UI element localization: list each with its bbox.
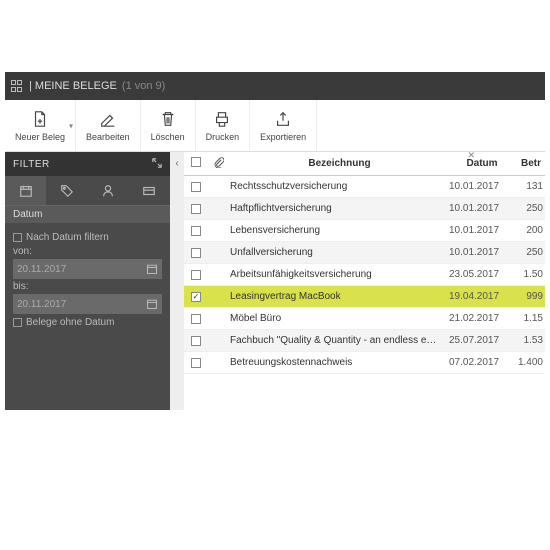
row-checkbox[interactable] [191,358,201,368]
col-select[interactable] [184,157,208,170]
table-row[interactable]: Rechtsschutzversicherung10.01.2017131 [184,176,545,198]
filter-tabs [5,176,170,206]
new-file-icon [30,109,50,129]
calendar-icon [146,298,158,310]
page-title: MEINE BELEGE [35,80,117,92]
export-button[interactable]: Exportieren [250,100,317,151]
export-icon [273,109,293,129]
row-date: 10.01.2017 [449,247,511,258]
delete-button[interactable]: Löschen [141,100,196,151]
row-amount: 250 [511,203,543,214]
from-label: von: [13,246,162,257]
row-amount: 1.400 [511,357,543,368]
row-name: Betreuungskostennachweis [228,357,449,368]
record-count: (1 von 9) [122,80,165,92]
close-icon[interactable]: ✕ [467,152,475,161]
table-header: Bezeichnung Datum Betr ✕ [184,152,545,176]
filter-header: FILTER [5,152,170,176]
row-amount: 999 [511,291,543,302]
filter-by-date-checkbox[interactable]: Nach Datum filtern [13,232,162,243]
row-date: 23.05.2017 [449,269,511,280]
row-amount: 131 [511,181,543,192]
table-row[interactable]: Lebensversicherung10.01.2017200 [184,220,545,242]
to-label: bis: [13,281,162,292]
calendar-icon [146,263,158,275]
row-checkbox[interactable] [191,182,201,192]
paperclip-icon [213,157,224,168]
table-row[interactable]: Möbel Büro21.02.20171.15 [184,308,545,330]
row-checkbox[interactable] [191,336,201,346]
trash-icon [158,109,178,129]
date-to-input[interactable]: 20.11.2017 [13,294,162,314]
table-row[interactable]: Haftpflichtversicherung10.01.2017250 [184,198,545,220]
toolbar: Neuer Beleg ▾ Bearbeiten Löschen Drucken… [5,100,545,152]
row-checkbox[interactable] [191,270,201,280]
table-row[interactable]: Arbeitsunfähigkeitsversicherung23.05.201… [184,264,545,286]
row-amount: 200 [511,225,543,236]
no-date-checkbox[interactable]: Belege ohne Datum [13,317,162,328]
edit-button[interactable]: Bearbeiten [76,100,141,151]
row-name: Fachbuch "Quality & Quantity - an endles… [228,335,449,346]
tab-tag[interactable] [46,176,87,205]
col-attachment[interactable] [208,157,228,171]
table-row[interactable]: Fachbuch "Quality & Quantity - an endles… [184,330,545,352]
row-date: 21.02.2017 [449,313,511,324]
print-label: Drucken [206,132,240,142]
row-checkbox[interactable] [191,248,201,258]
col-date[interactable]: Datum [451,158,513,169]
row-name: Unfallversicherung [228,247,449,258]
row-date: 10.01.2017 [449,203,511,214]
dropdown-caret-icon[interactable]: ▾ [69,121,73,130]
row-name: Möbel Büro [228,313,449,324]
delete-label: Löschen [151,132,185,142]
table-body: Rechtsschutzversicherung10.01.2017131Haf… [184,176,545,374]
row-amount: 1.50 [511,269,543,280]
row-amount: 1.53 [511,335,543,346]
window-titlebar: | MEINE BELEGE (1 von 9) [5,72,545,100]
row-checkbox[interactable] [191,226,201,236]
row-amount: 250 [511,247,543,258]
row-date: 25.07.2017 [449,335,511,346]
row-name: Lebensversicherung [228,225,449,236]
col-amount[interactable]: Betr [513,158,545,169]
row-name: Arbeitsunfähigkeitsversicherung [228,269,449,280]
document-table: Bezeichnung Datum Betr ✕ Rechtsschutzver… [184,152,545,410]
filter-sidebar: FILTER Datum Nach Datum filtern von: 20.… [5,152,170,410]
table-row[interactable]: Betreuungskostennachweis07.02.20171.400 [184,352,545,374]
tab-person[interactable] [88,176,129,205]
date-section-title: Datum [5,206,170,223]
tab-date[interactable] [5,176,46,205]
pencil-icon [98,109,118,129]
edit-label: Bearbeiten [86,132,130,142]
collapse-sidebar-button[interactable]: ‹ [170,152,184,410]
row-amount: 1.15 [511,313,543,324]
grid-icon [11,80,23,92]
tab-account[interactable] [129,176,170,205]
row-date: 07.02.2017 [449,357,511,368]
printer-icon [212,109,232,129]
row-name: Rechtsschutzversicherung [228,181,449,192]
row-name: Leasingvertrag MacBook [228,291,449,302]
row-date: 10.01.2017 [449,181,511,192]
date-from-input[interactable]: 20.11.2017 [13,259,162,279]
export-label: Exportieren [260,132,306,142]
row-checkbox[interactable] [191,204,201,214]
expand-icon[interactable] [152,158,162,171]
title-sep: | [29,80,32,92]
print-button[interactable]: Drucken [196,100,251,151]
row-date: 19.04.2017 [449,291,511,302]
row-date: 10.01.2017 [449,225,511,236]
new-label: Neuer Beleg [15,132,65,142]
table-row[interactable]: ✓ Leasingvertrag MacBook19.04.2017999 [184,286,545,308]
col-name[interactable]: Bezeichnung [228,158,451,169]
row-name: Haftpflichtversicherung [228,203,449,214]
filter-title: FILTER [13,159,50,170]
row-checkbox[interactable]: ✓ [191,292,201,302]
table-row[interactable]: Unfallversicherung10.01.2017250 [184,242,545,264]
row-checkbox[interactable] [191,314,201,324]
new-document-button[interactable]: Neuer Beleg ▾ [5,100,76,151]
